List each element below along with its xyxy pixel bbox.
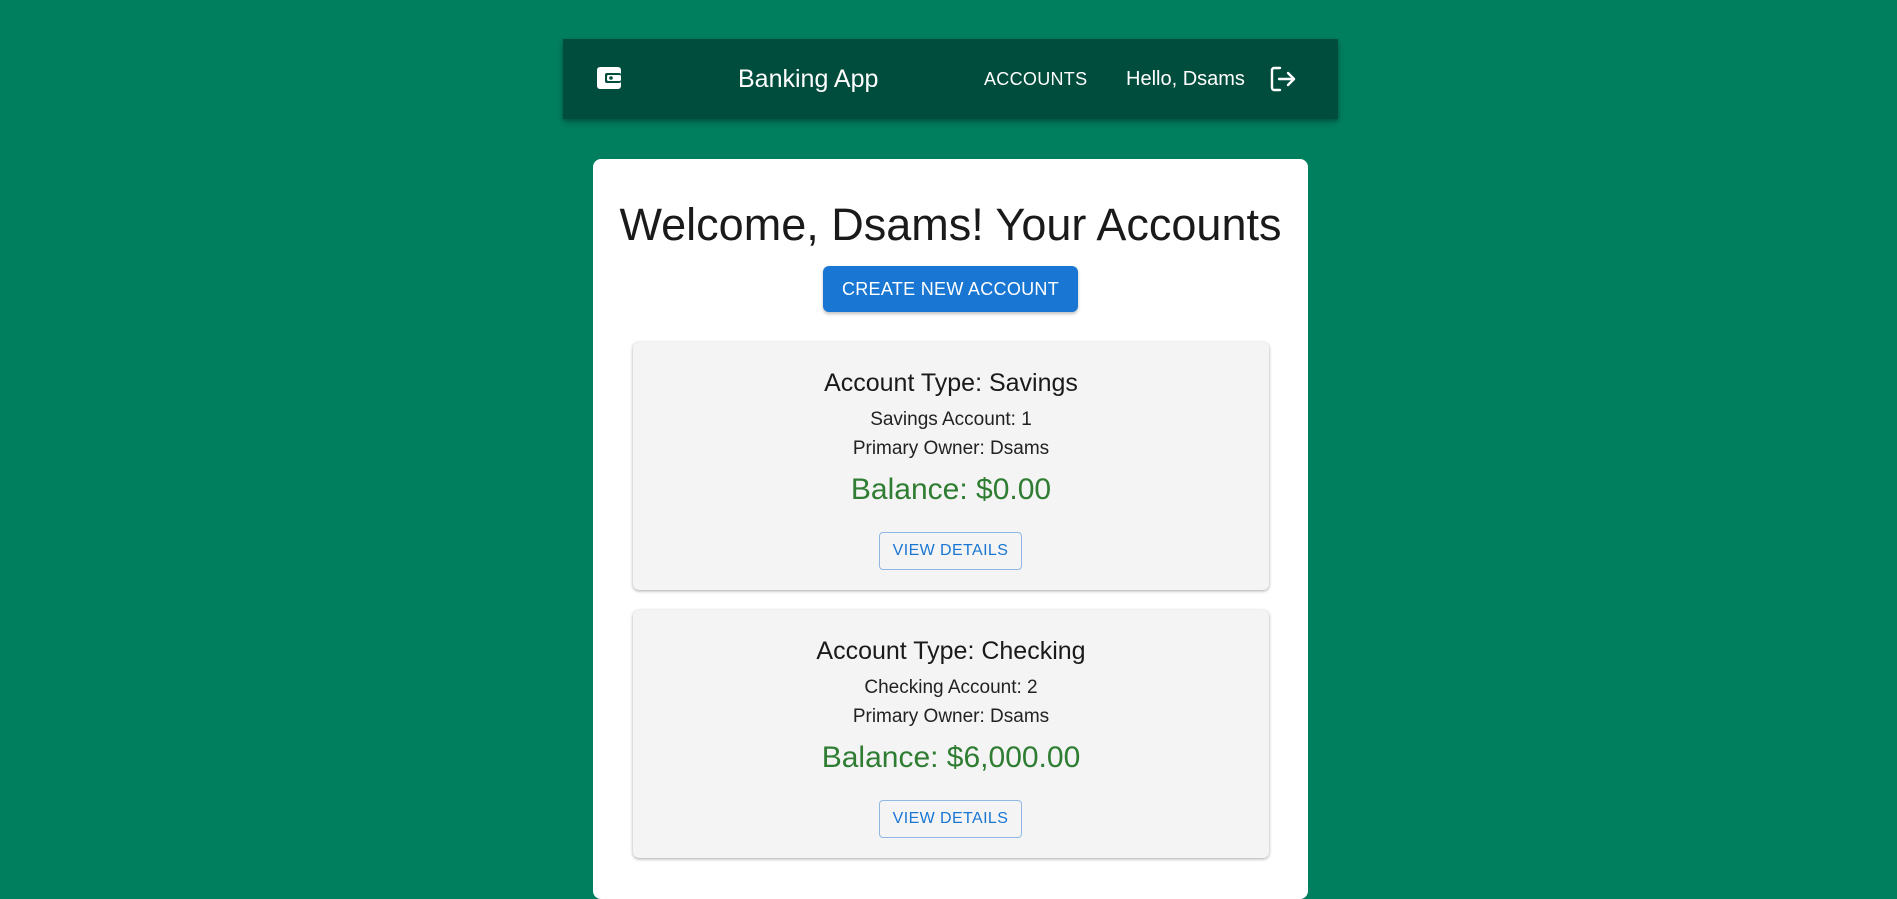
wallet-icon [596,65,622,91]
app-bar: Banking App ACCOUNTS Hello, Dsams [563,39,1338,119]
account-number: Checking Account: 2 [864,677,1038,698]
account-card-checking: Account Type: Checking Checking Account:… [633,610,1269,858]
page-title: Welcome, Dsams! Your Accounts [619,199,1282,250]
account-type: Account Type: Checking [816,637,1086,665]
nav-accounts-link[interactable]: ACCOUNTS [984,68,1087,90]
account-type: Account Type: Savings [824,369,1078,397]
view-details-button[interactable]: VIEW DETAILS [879,800,1022,838]
account-balance: Balance: $0.00 [850,473,1052,506]
app-title: Banking App [738,65,879,93]
view-details-button[interactable]: VIEW DETAILS [879,532,1022,570]
primary-owner: Primary Owner: Dsams [852,438,1050,459]
primary-owner: Primary Owner: Dsams [852,706,1050,727]
account-number: Savings Account: 1 [870,409,1032,430]
user-greeting: Hello, Dsams [1126,68,1245,90]
accounts-panel: Welcome, Dsams! Your Accounts CREATE NEW… [593,159,1308,899]
account-card-savings: Account Type: Savings Savings Account: 1… [633,342,1269,590]
logout-icon[interactable] [1268,64,1298,94]
create-account-button[interactable]: CREATE NEW ACCOUNT [823,266,1078,312]
account-balance: Balance: $6,000.00 [821,741,1081,774]
